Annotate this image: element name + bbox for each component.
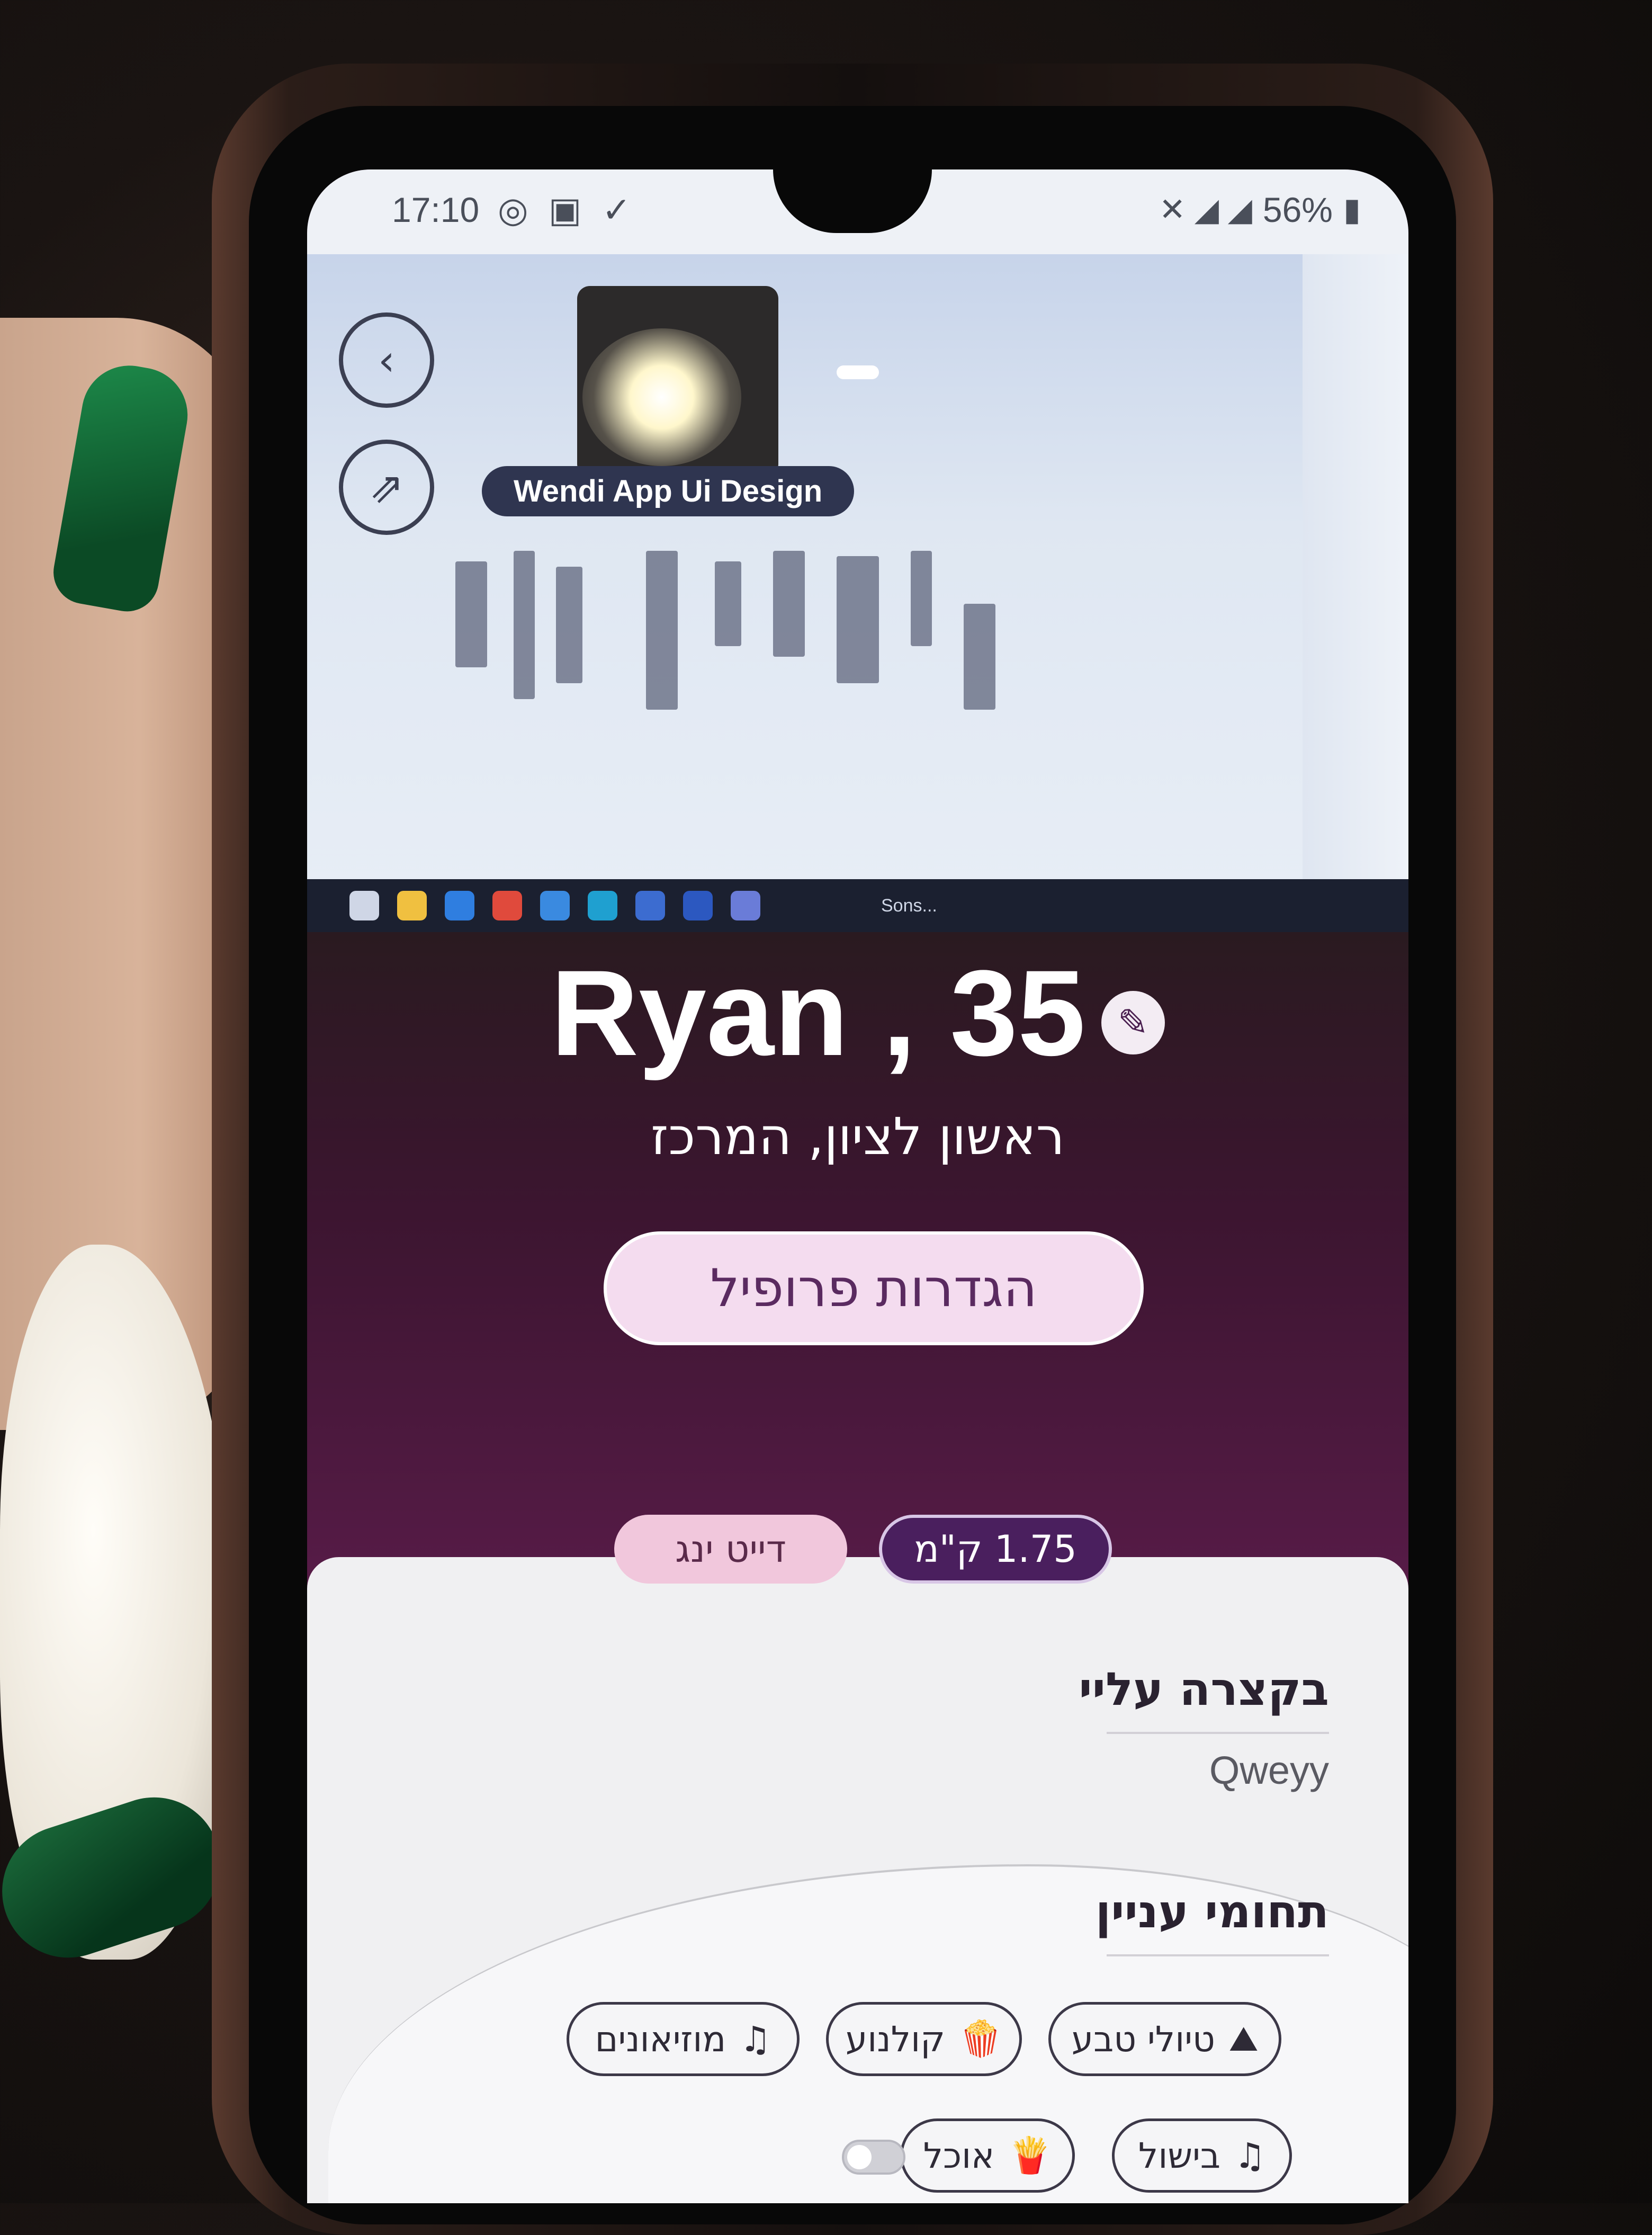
phone-screen: 17:10 ◎ ▣ ✓ ✕ ◢ ◢ 56% ▮ ‹ ⇗ Wendi App Ui… [307, 169, 1408, 2203]
battery-icon: ▮ [1343, 192, 1361, 227]
about-text: Qweyy [1209, 1748, 1329, 1792]
music-note-icon: ♫ [1234, 2135, 1266, 2176]
about-title: בקצרה עליי [1079, 1663, 1329, 1716]
location: ראשון לציון, המרכז [651, 1107, 1065, 1166]
folder-icon [397, 891, 427, 920]
about-divider [1107, 1732, 1329, 1734]
notification-icons: ◎ ▣ ✓ [498, 190, 636, 229]
share-icon: ⇗ [369, 462, 405, 512]
start-icon [349, 891, 379, 920]
name-age: Ryan , 35 [551, 945, 1085, 1081]
photo-pill [837, 365, 879, 379]
music-note-icon: ♫ [740, 2018, 771, 2060]
store-icon [540, 891, 570, 920]
taskbar: Sons... [307, 879, 1408, 932]
artboards [434, 551, 1059, 741]
app4-icon [731, 891, 760, 920]
status-right: ✕ ◢ ◢ 56% ▮ [1159, 190, 1361, 230]
chevron-left-icon: ‹ [378, 335, 395, 385]
toggle-switch[interactable] [842, 2140, 905, 2175]
share-button[interactable]: ⇗ [339, 440, 434, 535]
back-button[interactable]: ‹ [339, 312, 434, 408]
edge-icon [588, 891, 617, 920]
interest-chip[interactable]: 🍟 אוכל [900, 2118, 1075, 2193]
interest-chip[interactable]: ⛰ טיולי טבע [1048, 2002, 1281, 2076]
status-bar: 17:10 ◎ ▣ ✓ ✕ ◢ ◢ 56% ▮ [307, 169, 1408, 254]
edit-button[interactable]: ✎ [1101, 991, 1165, 1055]
app-icon [445, 891, 474, 920]
battery-percent: 56% [1262, 190, 1333, 229]
interest-chip[interactable]: 🍿 קולנוע [826, 2002, 1022, 2076]
popcorn-icon: 🍿 [958, 2018, 1003, 2059]
fries-icon: 🍟 [1008, 2135, 1052, 2176]
interest-chip[interactable]: ♫ מוזיאונים [567, 2002, 800, 2076]
profile-photo: ‹ ⇗ Wendi App Ui Design Sons... [307, 254, 1408, 932]
taskbar-weather: Sons... [881, 895, 937, 916]
signal-icons: ✕ ◢ ◢ [1159, 192, 1252, 227]
app2-icon [635, 891, 665, 920]
dating-tag: דייט ינג [614, 1515, 847, 1584]
pencil-icon: ✎ [1117, 1001, 1149, 1045]
interest-chip[interactable]: ♫ בישול [1112, 2118, 1292, 2193]
side-panel [1303, 254, 1408, 879]
distance-tag: 1.75 ק"מ [879, 1515, 1112, 1584]
interests-divider [1107, 1954, 1329, 1956]
hiking-icon: ⛰ [1228, 2018, 1259, 2059]
profile-settings-button[interactable]: הגדרות פרופיל [604, 1231, 1144, 1345]
name-row: Ryan , 35 ✎ [307, 943, 1408, 1083]
chrome-icon [492, 891, 522, 920]
interests-title: תחומי עניין [1095, 1885, 1329, 1938]
design-title: Wendi App Ui Design [482, 466, 855, 516]
app3-icon [683, 891, 713, 920]
camera-notch [773, 169, 932, 233]
status-time: 17:10 [392, 190, 480, 229]
light-glare [582, 328, 741, 466]
